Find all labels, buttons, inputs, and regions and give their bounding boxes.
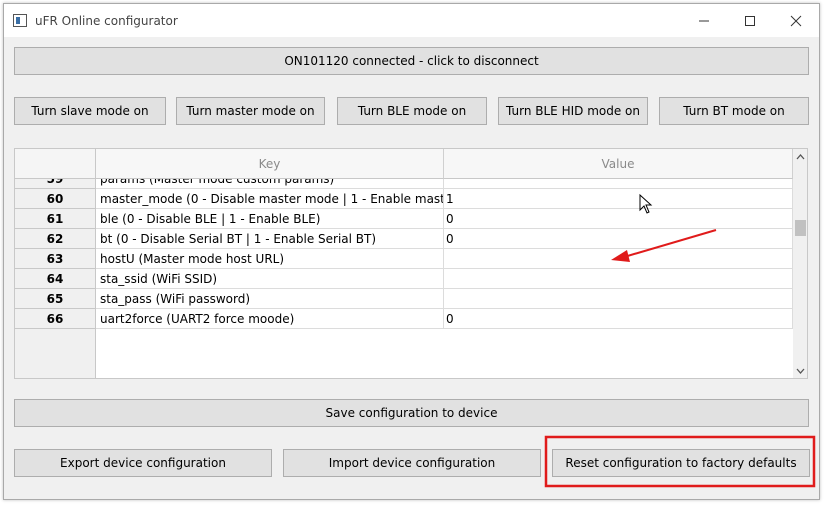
row-number: 64 [15,269,96,289]
table-row[interactable]: 63 hostU (Master mode host URL) [15,249,793,269]
close-button[interactable] [773,4,819,37]
row-number: 63 [15,249,96,269]
key-cell[interactable]: sta_ssid (WiFi SSID) [96,269,444,289]
key-cell[interactable]: uart2force (UART2 force moode) [96,309,444,329]
value-cell[interactable]: 0 [444,209,793,229]
key-cell[interactable]: ble (0 - Disable BLE | 1 - Enable BLE) [96,209,444,229]
value-cell[interactable]: 0 [444,309,793,329]
key-cell[interactable]: bt (0 - Disable Serial BT | 1 - Enable S… [96,229,444,249]
title-bar: uFR Online configurator [4,4,819,37]
master-mode-button[interactable]: Turn master mode on [176,97,325,125]
scroll-thumb[interactable] [795,220,806,236]
minimize-button[interactable] [681,4,727,37]
row-number: 60 [15,189,96,209]
import-config-button[interactable]: Import device configuration [283,449,541,477]
row-number: 65 [15,289,96,309]
maximize-icon [745,15,755,26]
value-cell[interactable] [444,249,793,269]
value-cell[interactable]: 1 [444,189,793,209]
row-number: 61 [15,209,96,229]
close-icon [790,15,802,26]
bt-mode-button[interactable]: Turn BT mode on [659,97,809,125]
disconnect-button[interactable]: ON101120 connected - click to disconnect [14,47,809,75]
table-scrollbar[interactable] [793,149,807,378]
key-cell[interactable]: hostU (Master mode host URL) [96,249,444,269]
table-row[interactable]: 62 bt (0 - Disable Serial BT | 1 - Enabl… [15,229,793,249]
key-cell[interactable]: sta_pass (WiFi password) [96,289,444,309]
value-cell[interactable]: 0 [444,229,793,249]
value-cell[interactable] [444,269,793,289]
reset-factory-defaults-button[interactable]: Reset configuration to factory defaults [552,449,810,477]
key-cell[interactable]: master_mode (0 - Disable master mode | 1… [96,189,444,209]
value-column-header[interactable]: Value [444,149,793,179]
scroll-up-arrow-icon[interactable] [793,149,807,164]
ble-mode-button[interactable]: Turn BLE mode on [337,97,487,125]
table-row[interactable]: 64 sta_ssid (WiFi SSID) [15,269,793,289]
table-row[interactable]: 66 uart2force (UART2 force moode) 0 [15,309,793,329]
export-config-button[interactable]: Export device configuration [14,449,272,477]
slave-mode-button[interactable]: Turn slave mode on [14,97,166,125]
maximize-button[interactable] [727,4,773,37]
app-window: uFR Online configurator ON101120 connect… [3,3,820,500]
window-title: uFR Online configurator [35,14,178,28]
row-number: 62 [15,229,96,249]
app-icon [13,14,27,27]
key-column-header[interactable]: Key [96,149,444,179]
config-table[interactable]: 59 params (Master mode custom params) 60… [14,148,808,379]
row-number: 66 [15,309,96,329]
table-row[interactable]: 60 master_mode (0 - Disable master mode … [15,189,793,209]
save-config-button[interactable]: Save configuration to device [14,399,809,427]
table-corner [15,149,96,179]
value-cell[interactable] [444,289,793,309]
minimize-icon [699,20,709,21]
ble-hid-mode-button[interactable]: Turn BLE HID mode on [498,97,648,125]
table-row[interactable]: 61 ble (0 - Disable BLE | 1 - Enable BLE… [15,209,793,229]
scroll-down-arrow-icon[interactable] [793,363,807,378]
table-row[interactable]: 65 sta_pass (WiFi password) [15,289,793,309]
